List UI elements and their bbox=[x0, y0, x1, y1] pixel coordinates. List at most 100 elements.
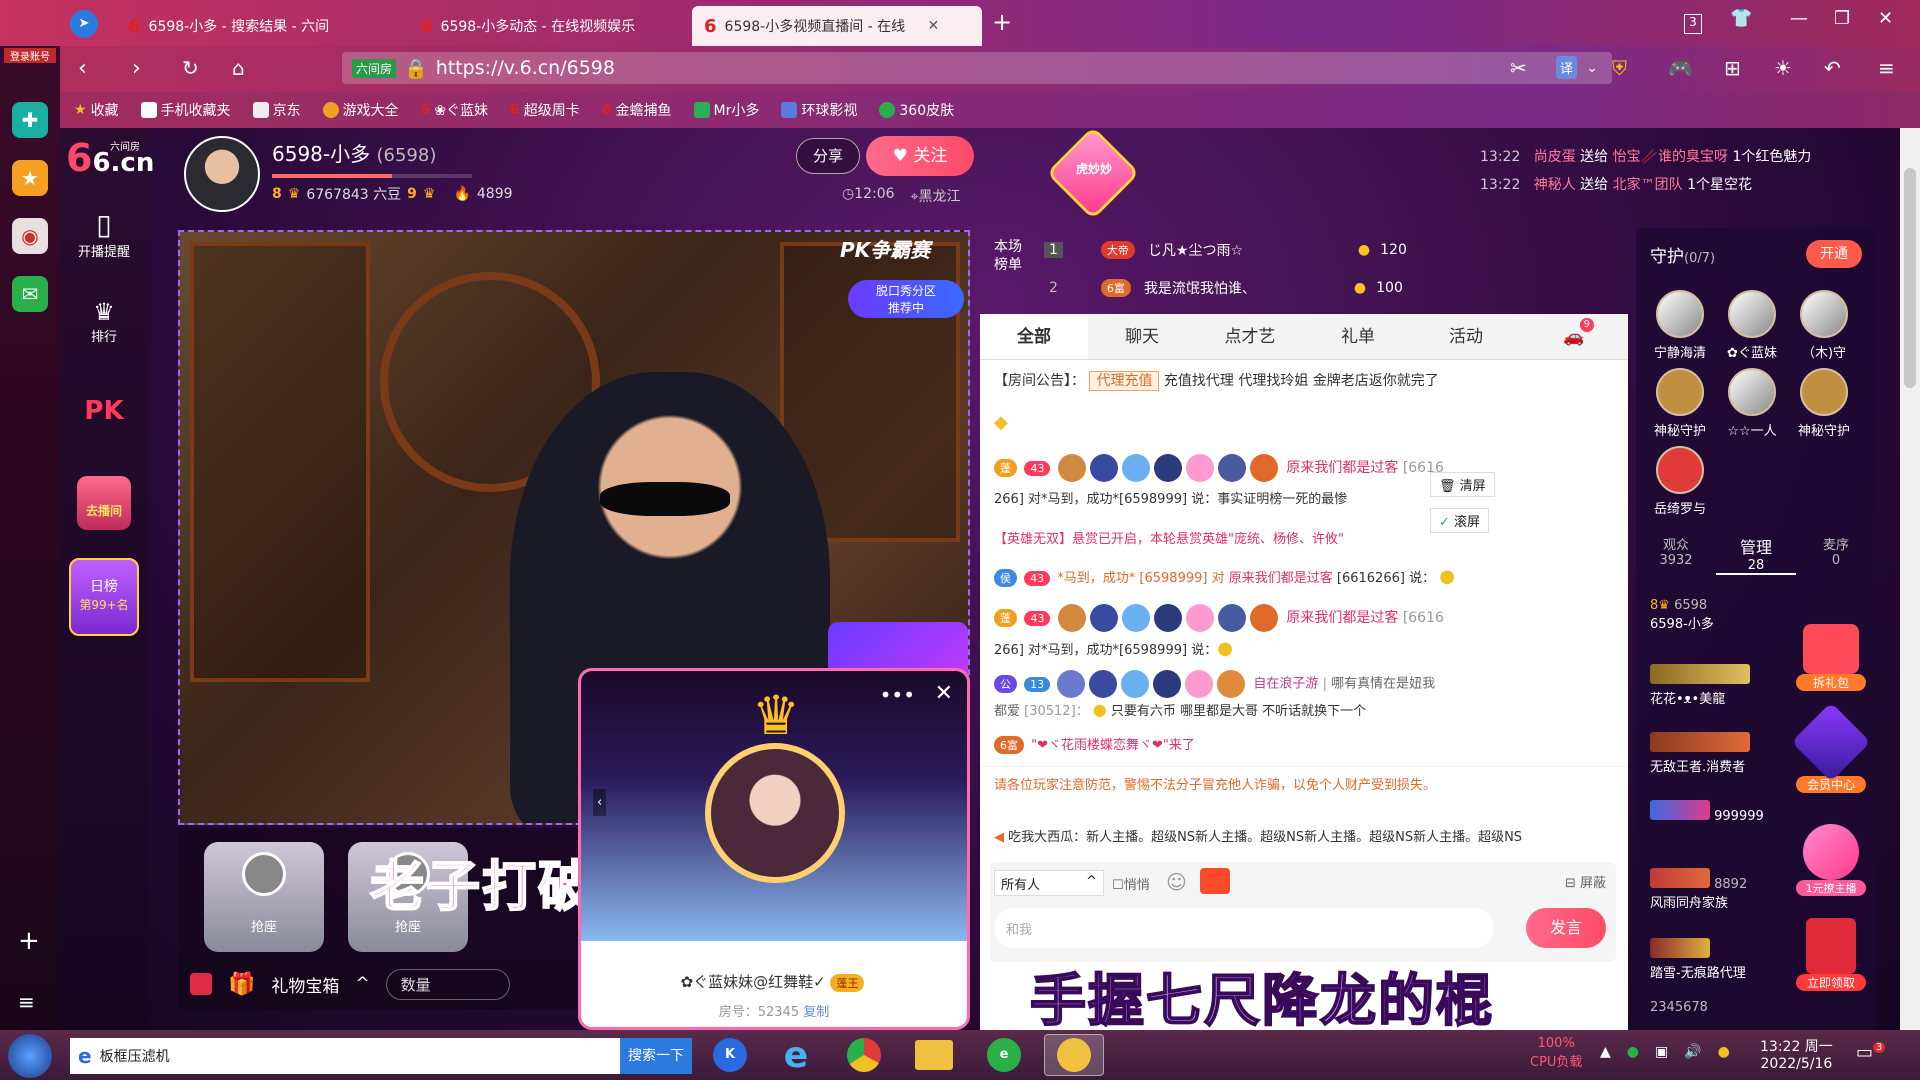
site-logo[interactable]: 66.cn 六间房 bbox=[66, 136, 154, 180]
tray-app-icon[interactable]: ● bbox=[1718, 1044, 1730, 1060]
admin-user[interactable]: 无敌王者.消费者 bbox=[1650, 732, 1750, 775]
zone-badge[interactable]: 脱口秀分区 推荐中 bbox=[848, 280, 964, 318]
chat-from[interactable]: *马到，成功* [6598999] 对 bbox=[1057, 571, 1224, 586]
promo-claim[interactable]: 立即领取 bbox=[1796, 918, 1866, 991]
promo-member[interactable]: 会员中心 bbox=[1791, 702, 1871, 793]
tab-viewers[interactable]: 观众 3932 bbox=[1636, 534, 1716, 575]
ticker-from[interactable]: 神秘人 bbox=[1534, 177, 1576, 193]
restore-icon[interactable]: ❐ bbox=[1834, 8, 1850, 29]
nav-daily-rank[interactable]: 日榜 第99+名 bbox=[60, 558, 148, 636]
send-button[interactable]: 发言 bbox=[1526, 908, 1606, 948]
guard-slot[interactable]: 神秘守护 bbox=[1794, 368, 1854, 439]
weibo-icon[interactable]: ◉ bbox=[12, 218, 48, 254]
bookmark-item[interactable]: 6 ❀ぐ蓝妹 bbox=[421, 100, 488, 120]
menu-list-icon[interactable]: ≡ bbox=[18, 990, 35, 1014]
admin-user[interactable]: 8892 风雨同舟家族 bbox=[1650, 868, 1747, 911]
taskbar-chrome[interactable] bbox=[834, 1034, 894, 1076]
taskbar-search[interactable]: e 板框压滤机 bbox=[70, 1038, 620, 1074]
guard-slot[interactable]: ☆☆一人 bbox=[1722, 368, 1782, 439]
bookmark-item[interactable]: 360皮肤 bbox=[879, 100, 954, 120]
chat-username[interactable]: 原来我们都是过客 bbox=[1286, 460, 1398, 476]
bookmark-item[interactable]: 京东 bbox=[252, 100, 301, 120]
game-icon[interactable]: 🎮 bbox=[1668, 56, 1693, 80]
gift-small-icon[interactable] bbox=[190, 973, 212, 995]
car-tab[interactable]: 🚗 9 bbox=[1520, 314, 1628, 359]
grid-icon[interactable]: ⊞ bbox=[1724, 56, 1741, 80]
volume-icon[interactable]: 🔊 bbox=[1684, 1044, 1701, 1060]
tab-live-room[interactable]: 6 6598-小多视频直播间 - 在线 ✕ bbox=[692, 6, 982, 46]
whisper-checkbox[interactable]: ☐悄悄 bbox=[1112, 874, 1150, 893]
tab-dynamics[interactable]: 6 6598-小多动态 - 在线视频娱乐 bbox=[408, 6, 698, 46]
translate-button[interactable]: 译 bbox=[1556, 56, 1578, 79]
notification-icon[interactable]: ▭ 3 bbox=[1856, 1042, 1886, 1063]
tab-chat[interactable]: 聊天 bbox=[1088, 314, 1196, 359]
follow-button[interactable]: ♥ 关注 bbox=[866, 136, 974, 176]
url-field[interactable]: 六间房 🔒 https://v.6.cn/6598 ⌄ bbox=[342, 52, 1612, 84]
guard-slot[interactable]: ✿ぐ蓝妹 bbox=[1722, 290, 1782, 361]
bookmark-item[interactable]: 6 金蟾捕鱼 bbox=[602, 100, 672, 120]
tab-count-badge[interactable]: 3 bbox=[1684, 14, 1702, 34]
clock[interactable]: 13:22 周一 2022/5/16 bbox=[1760, 1036, 1833, 1072]
tab-all[interactable]: 全部 bbox=[980, 314, 1088, 359]
admin-user[interactable]: 8♛ 6598 6598-小多 bbox=[1650, 598, 1714, 632]
bookmark-item[interactable]: 6 超级周卡 bbox=[510, 100, 580, 120]
bookmark-item[interactable]: ★ 收藏 bbox=[74, 100, 119, 120]
taskbar-folder[interactable] bbox=[904, 1034, 964, 1076]
scroll-screen-button[interactable]: ✓ 滚屏 bbox=[1430, 508, 1490, 533]
menu-icon[interactable]: ≡ bbox=[1878, 56, 1895, 80]
admin-user[interactable]: 花花•ᴥ•美龍 bbox=[1650, 664, 1750, 707]
more-icon[interactable]: ••• bbox=[880, 683, 915, 707]
announcement-tag[interactable]: 代理充值 bbox=[1089, 371, 1160, 391]
clear-screen-button[interactable]: 🗑 清屏 bbox=[1430, 472, 1495, 497]
admin-user[interactable]: 999999 bbox=[1650, 800, 1764, 824]
prev-arrow-icon[interactable]: ‹ bbox=[593, 789, 607, 816]
taskbar-live-app[interactable] bbox=[1044, 1034, 1104, 1076]
quantity-field[interactable]: 数量 bbox=[385, 968, 510, 1000]
gift-box-label[interactable]: 礼物宝箱 bbox=[271, 972, 339, 997]
nav-pk[interactable]: PK bbox=[60, 396, 148, 426]
taskbar-browser[interactable]: e bbox=[974, 1034, 1034, 1076]
tab-activity[interactable]: 活动 bbox=[1412, 314, 1520, 359]
tab-talent[interactable]: 点才艺 bbox=[1196, 314, 1304, 359]
close-window-icon[interactable]: ✕ bbox=[1878, 8, 1893, 29]
url-text[interactable]: https://v.6.cn/6598 bbox=[436, 57, 615, 79]
start-button[interactable] bbox=[8, 1034, 52, 1078]
cpu-meter[interactable]: 100% CPU负载 bbox=[1530, 1036, 1582, 1070]
home-icon[interactable]: ⌂ bbox=[232, 56, 245, 80]
bookmark-item[interactable]: 环球影视 bbox=[781, 100, 857, 120]
red-packet-icon[interactable] bbox=[1200, 868, 1230, 894]
tray-up-icon[interactable]: ▲ bbox=[1600, 1044, 1611, 1060]
new-tab-icon[interactable]: + bbox=[992, 8, 1012, 36]
shirt-skin-icon[interactable]: 👕 bbox=[1730, 8, 1752, 29]
browser-home-icon[interactable]: ➤ bbox=[70, 10, 98, 38]
shield-icon[interactable]: ⛨ bbox=[1612, 56, 1627, 80]
tray-app-icon[interactable]: ● bbox=[1627, 1044, 1639, 1060]
target-select[interactable]: 所有人 ^ bbox=[994, 870, 1104, 896]
emoji-picker-icon[interactable]: ☺ bbox=[1166, 870, 1187, 894]
taskbar-ie[interactable]: e bbox=[766, 1034, 826, 1076]
brightness-icon[interactable]: ☀ bbox=[1774, 56, 1792, 80]
close-tab-icon[interactable]: ✕ bbox=[928, 18, 940, 34]
nav-go-live[interactable]: 去播间 bbox=[60, 476, 148, 530]
mail-icon[interactable]: ✉ bbox=[12, 276, 48, 312]
admin-user[interactable]: 2345678 bbox=[1650, 1000, 1708, 1015]
close-icon[interactable]: ✕ bbox=[935, 681, 953, 706]
bookmark-item[interactable]: Mr小多 bbox=[693, 100, 759, 120]
chat-username[interactable]: 原来我们都是过客 bbox=[1229, 571, 1333, 586]
promo-one-yuan[interactable]: 1元撩主播 bbox=[1796, 824, 1866, 896]
tab-admins[interactable]: 管理 28 bbox=[1716, 534, 1796, 575]
taskbar-app-k[interactable]: K bbox=[700, 1034, 760, 1076]
rank-row[interactable]: 1 大帝 じ凡★尘つ雨☆ ● 120 bbox=[1044, 240, 1604, 260]
bookmark-item[interactable]: 游戏大全 bbox=[322, 100, 399, 120]
guard-slot[interactable]: 神秘守护 bbox=[1650, 368, 1710, 439]
page-scrollbar[interactable] bbox=[1900, 128, 1920, 1030]
guard-slot[interactable]: 岳绮罗与 bbox=[1650, 446, 1710, 517]
scissors-icon[interactable]: ✂ bbox=[1510, 56, 1527, 80]
nav-ranking[interactable]: ♛ 排行 bbox=[60, 298, 148, 345]
seat-slot[interactable]: 抢座 bbox=[204, 842, 324, 952]
chat-input[interactable]: 和我 bbox=[994, 908, 1494, 948]
ticker-to[interactable]: 怡宝🥢谁的臭宝呀 bbox=[1613, 149, 1728, 165]
tab-mic-queue[interactable]: 麦序 0 bbox=[1796, 534, 1876, 575]
login-label[interactable]: 登录账号 bbox=[4, 48, 56, 63]
bookmark-item[interactable]: 手机收藏夹 bbox=[140, 100, 231, 120]
